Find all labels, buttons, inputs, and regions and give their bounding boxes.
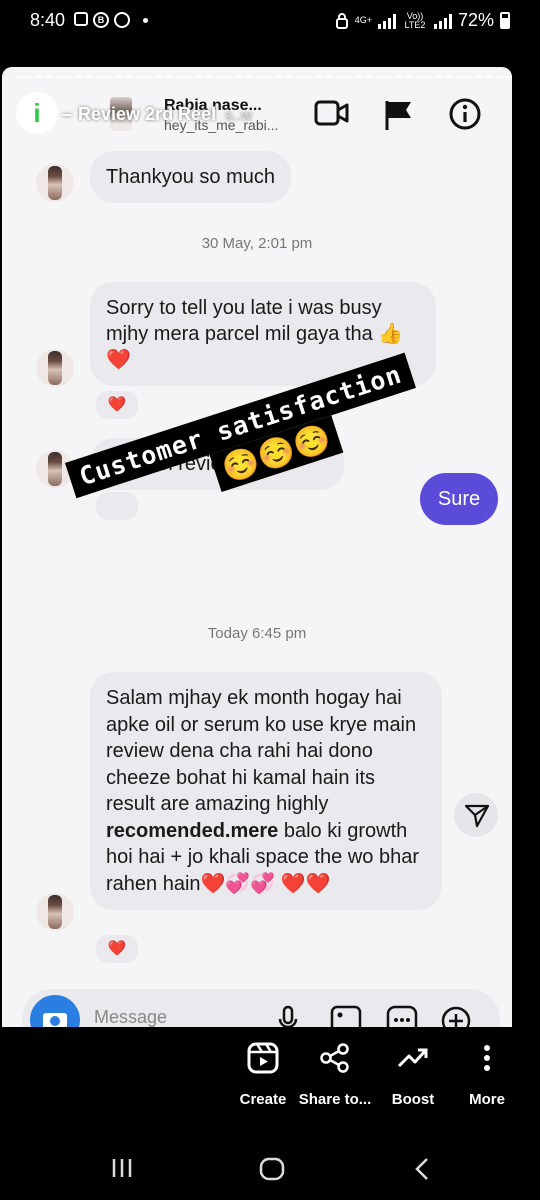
timestamp: Today 6:45 pm — [207, 625, 307, 642]
lte-label: Vo)) LTE2 — [404, 10, 426, 30]
system-nav-bar — [0, 1140, 540, 1200]
reel-title-suffix: s..w — [225, 107, 252, 124]
sender-avatar[interactable] — [36, 164, 74, 202]
gallery-notification-icon — [74, 12, 88, 26]
story-actions-bar: Create Share to... Boost More — [0, 1035, 540, 1125]
share-to-label: Share to... — [298, 1091, 372, 1108]
recent-apps-icon[interactable] — [110, 1156, 134, 1180]
camera-button[interactable] — [30, 995, 80, 1027]
share-message-button[interactable] — [454, 793, 498, 837]
signal2-icon — [433, 13, 452, 29]
more-label: More — [469, 1091, 505, 1108]
message-text: Salam mjhay ek month hogay hai apke oil … — [106, 687, 417, 815]
back-icon[interactable] — [412, 1156, 432, 1182]
reel-title-text: Review 2rd Reel — [78, 104, 217, 124]
story-progress-bar — [16, 76, 512, 78]
reel-create-icon — [247, 1042, 279, 1074]
signal-icon — [377, 13, 396, 29]
send-icon — [464, 804, 490, 828]
message-bubble[interactable]: Salam mjhay ek month hogay hai apke oil … — [90, 672, 442, 910]
message-text-bold: recomended.mere — [106, 819, 279, 842]
flag-icon[interactable] — [384, 99, 414, 131]
notification-icons: B — [74, 12, 148, 28]
video-call-icon[interactable] — [314, 99, 350, 127]
whatsapp-notification-icon — [114, 12, 130, 28]
camera-icon — [43, 1013, 67, 1027]
share-to-button[interactable]: Share to... — [290, 1035, 380, 1108]
network-type: 4G+ — [354, 15, 372, 25]
sender-avatar[interactable] — [36, 349, 74, 387]
timestamp: 30 May, 2:01 pm — [201, 235, 313, 252]
message-text: Sorry to tell you late i was busy mjhy m… — [106, 297, 404, 371]
message-text: Thankyou so much — [106, 166, 275, 188]
sender-avatar[interactable] — [36, 893, 74, 931]
message-input-bar[interactable]: Message — [22, 989, 500, 1027]
business-notification-icon: B — [93, 12, 109, 28]
status-bar: 8:40 B 4G+ Vo)) LTE2 72% — [0, 0, 540, 44]
battery-icon — [500, 12, 510, 29]
add-icon[interactable] — [440, 1005, 472, 1027]
gallery-icon[interactable] — [330, 1005, 362, 1027]
reaction-badge[interactable]: ❤️ — [94, 933, 140, 965]
reel-title: – Review 2rd Reel s..w — [62, 104, 252, 124]
microphone-icon[interactable] — [278, 1005, 298, 1027]
more-notifications-dot-icon — [143, 18, 148, 23]
sent-message-bubble[interactable]: Sure — [420, 473, 498, 525]
sticker-icon[interactable] — [386, 1005, 418, 1027]
home-icon[interactable] — [258, 1156, 286, 1182]
status-time: 8:40 — [30, 10, 66, 30]
info-icon[interactable] — [448, 97, 482, 131]
alarm-lock-icon — [335, 12, 348, 29]
message-bubble[interactable]: Thankyou so much — [90, 151, 291, 203]
boost-icon — [397, 1048, 428, 1068]
message-input[interactable]: Message — [94, 1007, 167, 1027]
more-button[interactable]: More — [442, 1035, 532, 1108]
battery-percent: 72% — [457, 10, 494, 30]
story-card[interactable]: Rabia nase... hey_its_me_rabi... i – Revi… — [2, 67, 512, 1027]
more-icon — [484, 1045, 490, 1071]
share-icon — [320, 1043, 349, 1073]
reaction-badge[interactable]: ❤️ — [94, 389, 140, 421]
story-info-icon[interactable]: i — [16, 92, 58, 134]
